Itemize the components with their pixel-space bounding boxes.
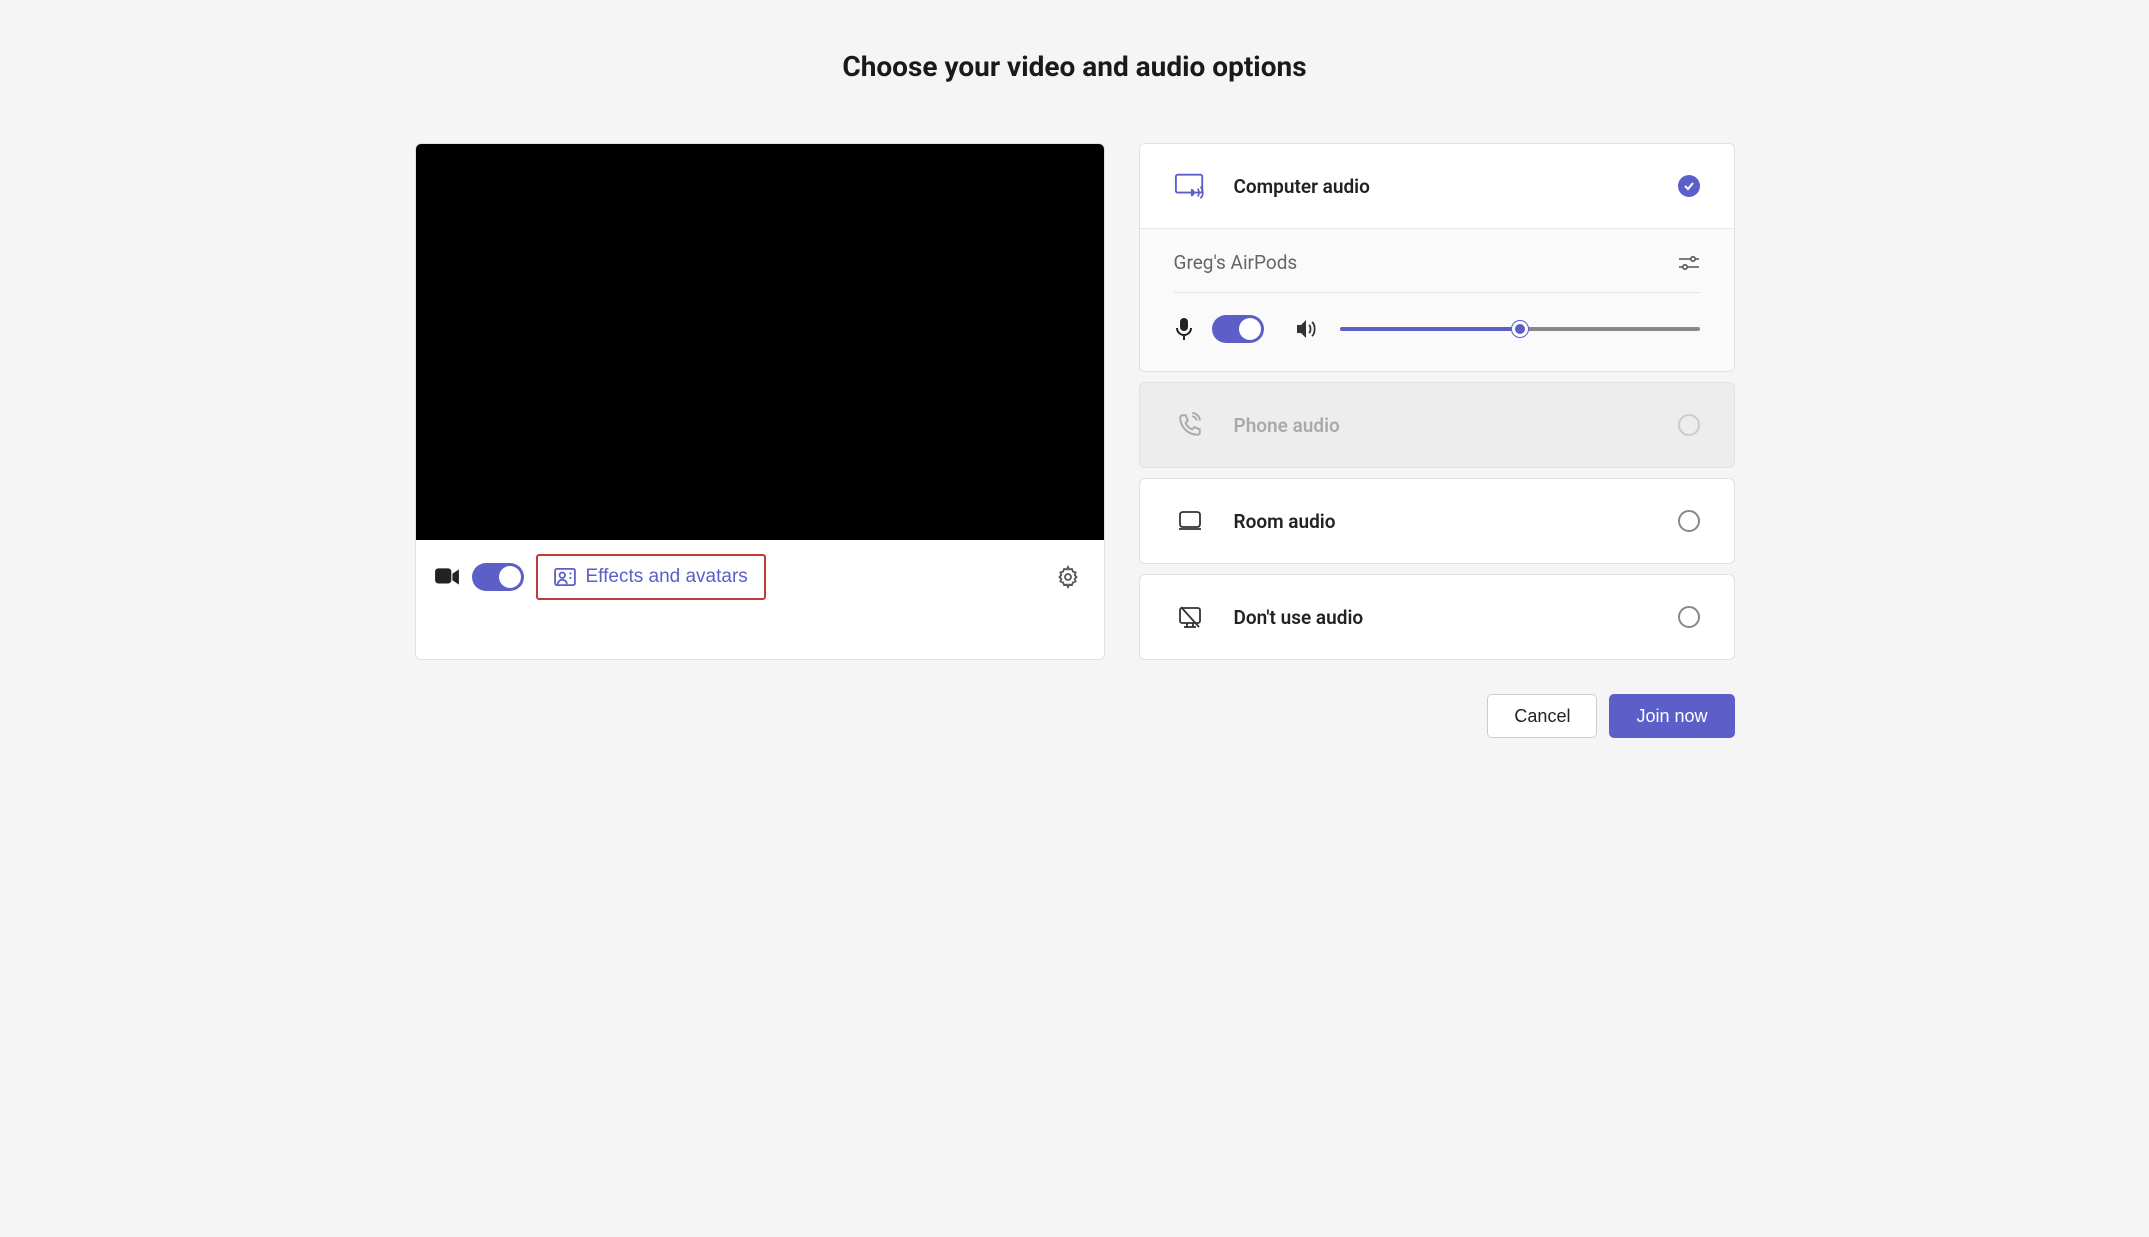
no-audio-icon — [1174, 601, 1206, 633]
camera-icon — [434, 566, 460, 588]
video-preview — [416, 144, 1104, 540]
phone-audio-radio — [1678, 414, 1700, 436]
audio-device-row[interactable]: Greg's AirPods — [1174, 251, 1700, 293]
audio-device-name: Greg's AirPods — [1174, 251, 1298, 274]
speaker-icon — [1294, 318, 1318, 340]
volume-slider-thumb[interactable] — [1512, 321, 1528, 337]
page-title: Choose your video and audio options — [842, 50, 1306, 83]
video-panel: Effects and avatars — [415, 143, 1105, 660]
gear-icon — [1056, 565, 1080, 589]
no-audio-radio[interactable] — [1678, 606, 1700, 628]
video-settings-button[interactable] — [1050, 559, 1086, 595]
room-audio-option[interactable]: Room audio — [1139, 478, 1735, 564]
computer-audio-label: Computer audio — [1234, 175, 1650, 198]
no-audio-label: Don't use audio — [1234, 606, 1650, 629]
main-content: Effects and avatars Computer audio — [415, 143, 1735, 660]
computer-audio-icon — [1174, 170, 1206, 202]
room-audio-label: Room audio — [1234, 510, 1650, 533]
microphone-toggle[interactable] — [1212, 315, 1264, 343]
video-toolbar: Effects and avatars — [416, 540, 1104, 614]
effects-and-avatars-button[interactable]: Effects and avatars — [536, 554, 766, 600]
join-now-button[interactable]: Join now — [1609, 694, 1734, 738]
person-effects-icon — [554, 568, 576, 586]
audio-panel: Computer audio Greg's AirPods — [1139, 143, 1735, 660]
effects-label: Effects and avatars — [586, 566, 748, 588]
camera-toggle[interactable] — [472, 563, 524, 591]
volume-slider[interactable] — [1340, 327, 1700, 331]
microphone-icon — [1174, 317, 1194, 341]
no-audio-option[interactable]: Don't use audio — [1139, 574, 1735, 660]
phone-audio-option: Phone audio — [1139, 382, 1735, 468]
room-audio-radio[interactable] — [1678, 510, 1700, 532]
room-icon — [1174, 505, 1206, 537]
footer: Cancel Join now — [415, 694, 1735, 738]
computer-audio-body: Greg's AirPods — [1140, 228, 1734, 371]
phone-icon — [1174, 409, 1206, 441]
phone-audio-label: Phone audio — [1234, 414, 1650, 437]
audio-controls-row — [1174, 315, 1700, 343]
selected-check-icon — [1678, 175, 1700, 197]
computer-audio-option: Computer audio Greg's AirPods — [1139, 143, 1735, 372]
cancel-button[interactable]: Cancel — [1487, 694, 1597, 738]
sliders-icon — [1678, 254, 1700, 272]
audio-device-settings-button[interactable] — [1678, 254, 1700, 272]
computer-audio-header[interactable]: Computer audio — [1140, 144, 1734, 228]
